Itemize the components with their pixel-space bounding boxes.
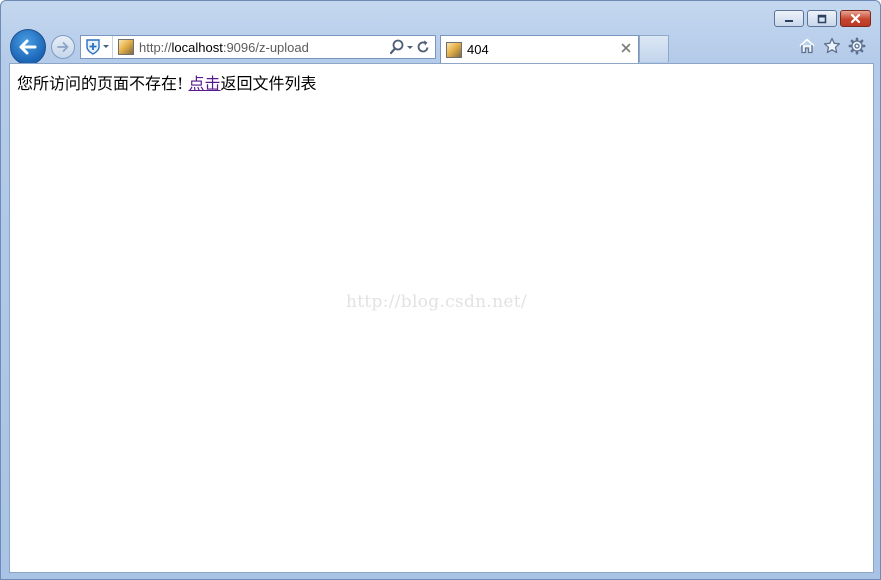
url-scheme: http:// — [139, 39, 172, 55]
star-icon[interactable] — [823, 37, 841, 55]
home-icon[interactable] — [798, 37, 816, 55]
window-caption-buttons — [771, 10, 871, 27]
search-dropdown-icon[interactable] — [405, 38, 415, 56]
message-prefix: 您所访问的页面不存在! — [17, 74, 189, 93]
browser-window: http://localhost:9096/z-upload 404 您所访问的… — [0, 0, 881, 580]
not-found-message: 您所访问的页面不存在! 点击返回文件列表 — [17, 70, 317, 94]
forward-arrow-icon — [57, 42, 69, 52]
new-tab-button[interactable] — [639, 35, 669, 62]
gear-icon[interactable] — [848, 37, 866, 55]
compatibility-shield-icon — [85, 39, 109, 55]
page-favicon — [118, 39, 134, 55]
watermark-text: http://blog.csdn.net/ — [346, 292, 527, 312]
message-suffix: 返回文件列表 — [220, 74, 317, 93]
compatibility-view-button[interactable] — [81, 36, 113, 58]
restore-icon — [817, 14, 827, 23]
close-icon — [850, 13, 861, 24]
close-window-button[interactable] — [840, 10, 871, 27]
page-viewport[interactable]: 您所访问的页面不存在! 点击返回文件列表 http://blog.csdn.ne… — [9, 63, 874, 573]
tab-close-icon[interactable] — [620, 42, 632, 54]
url-text[interactable]: http://localhost:9096/z-upload — [139, 40, 309, 55]
tab-404[interactable]: 404 — [440, 35, 639, 63]
command-icons — [791, 37, 866, 55]
address-bar[interactable]: http://localhost:9096/z-upload — [80, 35, 436, 59]
refresh-icon[interactable] — [415, 38, 431, 56]
search-icon[interactable] — [389, 38, 405, 56]
tab-favicon — [446, 41, 462, 58]
url-path: :9096/z-upload — [222, 39, 309, 55]
url-host: localhost — [171, 39, 223, 55]
address-tools — [389, 38, 431, 56]
minimize-icon — [785, 19, 793, 22]
minimize-button[interactable] — [774, 10, 804, 27]
back-to-list-link[interactable]: 点击 — [189, 74, 221, 93]
back-arrow-icon — [19, 39, 37, 55]
forward-button[interactable] — [51, 35, 75, 59]
back-button[interactable] — [10, 29, 46, 65]
tab-title: 404 — [467, 42, 489, 57]
restore-button[interactable] — [807, 10, 837, 27]
